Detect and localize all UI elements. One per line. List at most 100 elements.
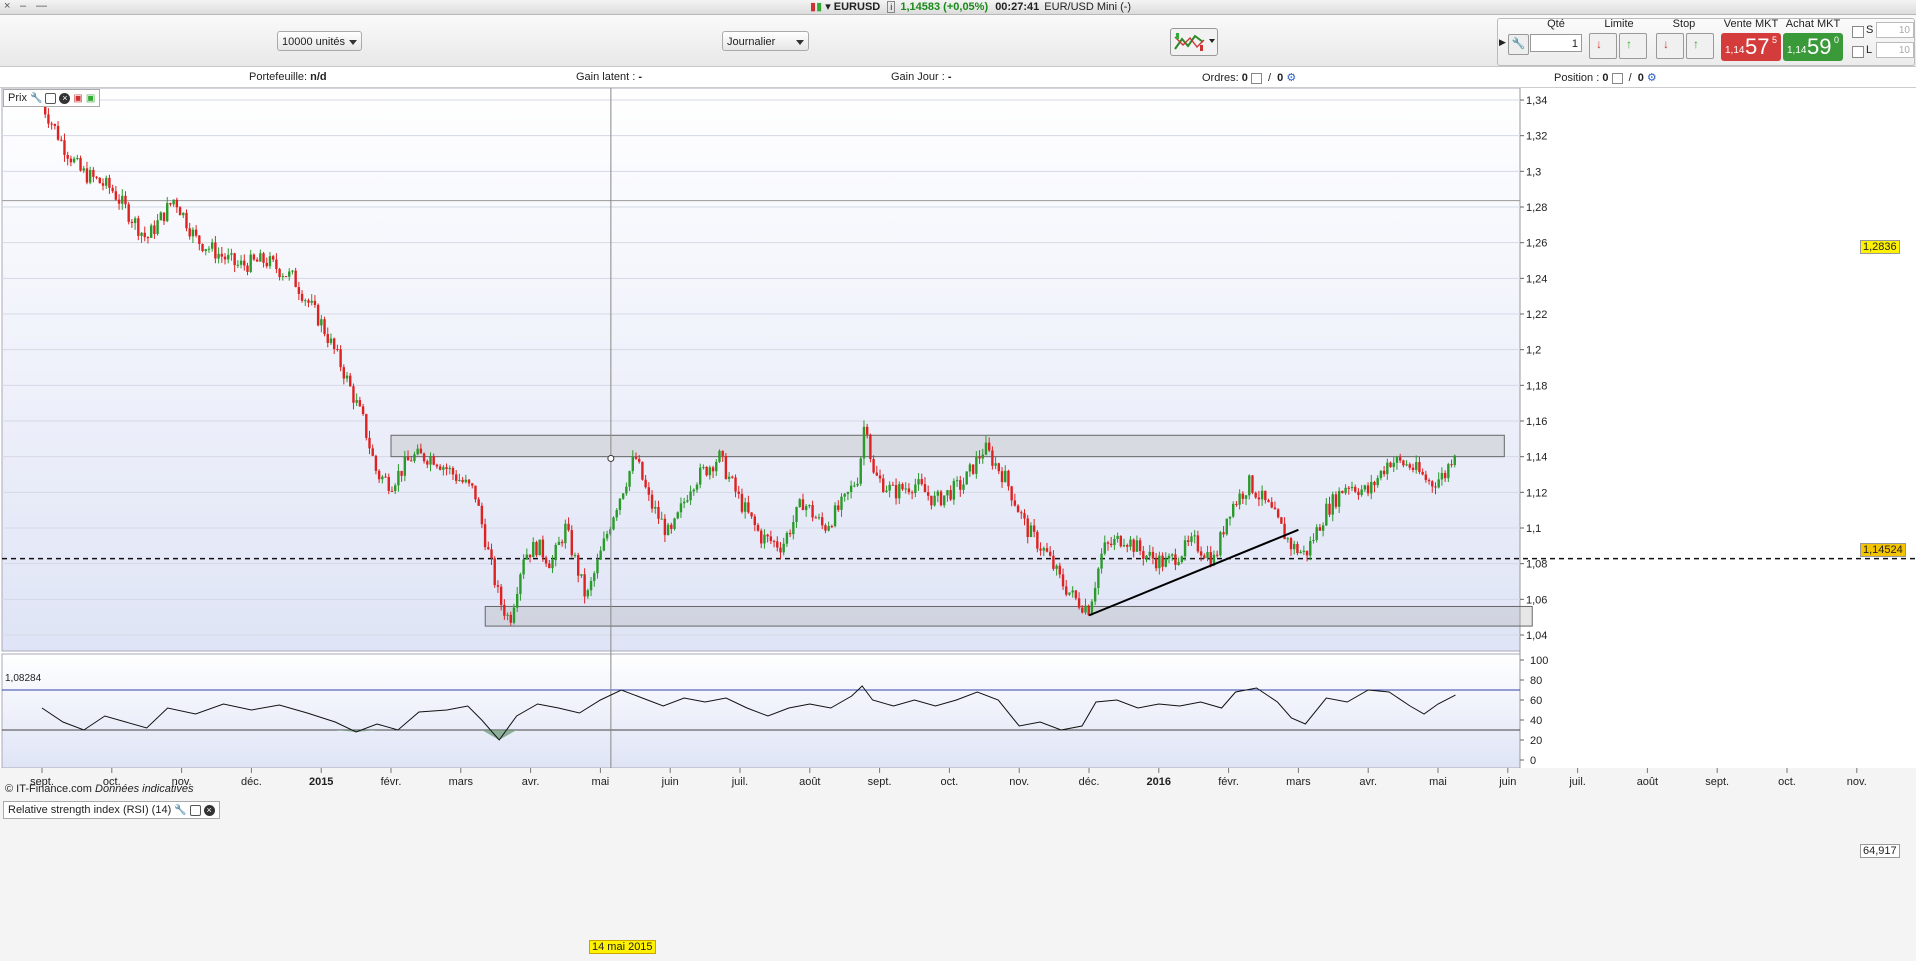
symbol-name[interactable]: EURUSD — [834, 1, 880, 13]
symbol-dropdown-icon[interactable]: ▾ — [825, 1, 831, 13]
zoom-window-icon[interactable]: — — [36, 0, 47, 12]
candle-body — [69, 158, 73, 163]
time-tick-label: févr. — [381, 776, 402, 788]
window-icon[interactable] — [45, 92, 57, 104]
candle-body — [1389, 462, 1392, 468]
candle-body — [53, 124, 57, 126]
wrench-icon[interactable]: 🔧 — [30, 93, 42, 104]
wrench-icon[interactable]: 🔧 — [174, 805, 186, 816]
candle-body — [252, 254, 256, 260]
stop-loss-input[interactable]: 10 — [1876, 22, 1914, 38]
candle-body — [413, 454, 416, 461]
time-tick-label: oct. — [1778, 776, 1796, 788]
orders-list-icon[interactable] — [1250, 72, 1262, 84]
sell-limit-button[interactable]: ↑ — [1619, 33, 1647, 59]
buy-stop-button[interactable]: ↓ — [1656, 33, 1684, 59]
candle-body — [1350, 486, 1354, 489]
candle-body — [416, 448, 419, 455]
candle-body — [1052, 555, 1055, 569]
candle-body — [349, 375, 352, 387]
candle-body — [1408, 464, 1412, 468]
toolbar: 10000 unités Journalier ▶ 🔧 Qté 1 Limite… — [0, 15, 1916, 67]
buy-limit-button[interactable]: ↓ — [1589, 33, 1617, 59]
candle-body — [1280, 517, 1283, 524]
candle-body — [1148, 551, 1151, 556]
candle-body — [692, 489, 695, 492]
price-tick-label: 1,12 — [1526, 487, 1547, 499]
candle-body — [1132, 539, 1135, 552]
candle-body — [1257, 497, 1261, 500]
portefeuille-label: Portefeuille: — [249, 71, 308, 83]
settings-wrench-button[interactable]: 🔧 — [1508, 34, 1529, 55]
candle-body — [849, 485, 853, 492]
add-panel-icon[interactable]: ▣ — [86, 93, 95, 104]
candle-body — [1395, 457, 1399, 463]
gear-icon[interactable]: ⚙ — [1647, 72, 1657, 84]
candle-body — [804, 506, 808, 511]
remove-panel-icon[interactable]: ▣ — [73, 93, 82, 104]
collapse-arrow-icon[interactable]: ▶ — [1499, 37, 1506, 48]
chart-type-button[interactable] — [1170, 28, 1218, 56]
candle-body — [1443, 472, 1447, 479]
time-tick-label: mars — [1286, 776, 1311, 788]
chart-type-icon — [1174, 33, 1205, 51]
candle-body — [769, 536, 773, 542]
candle-body — [117, 199, 121, 204]
qty-input[interactable]: 1 — [1530, 34, 1582, 52]
sell-mkt-button[interactable]: 1,14 57 5 — [1721, 33, 1781, 61]
take-profit-checkbox[interactable] — [1852, 46, 1864, 58]
rsi-value-tag: 64,917 — [1860, 844, 1900, 858]
candle-body — [230, 253, 233, 255]
candle-body — [1440, 472, 1444, 480]
stop-loss-checkbox[interactable] — [1852, 26, 1864, 38]
candle-body — [1084, 605, 1087, 613]
buy-mkt-button[interactable]: 1,14 59 0 — [1783, 33, 1843, 61]
candle-body — [108, 177, 111, 188]
window-icon[interactable] — [189, 804, 201, 816]
candle-body — [233, 253, 236, 266]
candle-body — [955, 480, 959, 482]
candle-body — [265, 262, 268, 267]
candle-body — [1215, 554, 1219, 556]
candle-body — [1158, 555, 1161, 569]
candle-body — [313, 300, 317, 305]
buy-mkt-label: Achat MKT — [1785, 18, 1841, 30]
candle-body — [393, 485, 397, 492]
time-tick-label: mars — [449, 776, 474, 788]
rsi-panel-title: Relative strength index (RSI) (14) — [8, 804, 172, 816]
candle-body — [198, 235, 201, 245]
candle-body — [853, 485, 856, 487]
units-select[interactable]: 10000 unités — [277, 31, 362, 51]
candle-body — [149, 225, 153, 238]
candle-body — [708, 467, 712, 476]
positions-list-icon[interactable] — [1611, 72, 1623, 84]
chevron-down-icon — [349, 40, 357, 45]
candle-body — [1248, 475, 1251, 496]
candle-body — [169, 203, 172, 205]
close-window-icon[interactable]: × — [4, 0, 10, 12]
candle-body — [1321, 525, 1325, 531]
time-tick-label: juin — [661, 776, 679, 788]
take-profit-input[interactable]: 10 — [1876, 42, 1914, 58]
info-icon[interactable]: i — [887, 1, 896, 13]
candle-body — [901, 484, 904, 490]
sell-stop-button[interactable]: ↑ — [1686, 33, 1714, 59]
candle-body — [467, 479, 471, 484]
close-circle-icon[interactable]: × — [203, 804, 215, 816]
candle-body — [506, 614, 509, 616]
gear-icon[interactable]: ⚙ — [1286, 72, 1296, 84]
period-select[interactable]: Journalier — [722, 31, 809, 51]
gain-jour-info: Gain Jour : - — [891, 71, 952, 83]
price-chart[interactable]: 1,34 1,32 1,3 1,28 1,26 1,24 1,22 1,2 1,18 1,16 1,… — [0, 88, 1916, 961]
candle-body — [1138, 540, 1142, 552]
candle-body — [596, 559, 599, 574]
price-tick-label: 1,2 — [1526, 345, 1541, 357]
candle-body — [753, 516, 756, 526]
candle-body — [384, 476, 387, 478]
candle-body — [1193, 535, 1196, 537]
candle-body — [381, 476, 384, 480]
candle-body — [1116, 535, 1119, 539]
minimize-window-icon[interactable]: – — [20, 0, 26, 12]
close-circle-icon[interactable]: × — [59, 92, 71, 104]
candle-body — [490, 549, 493, 559]
